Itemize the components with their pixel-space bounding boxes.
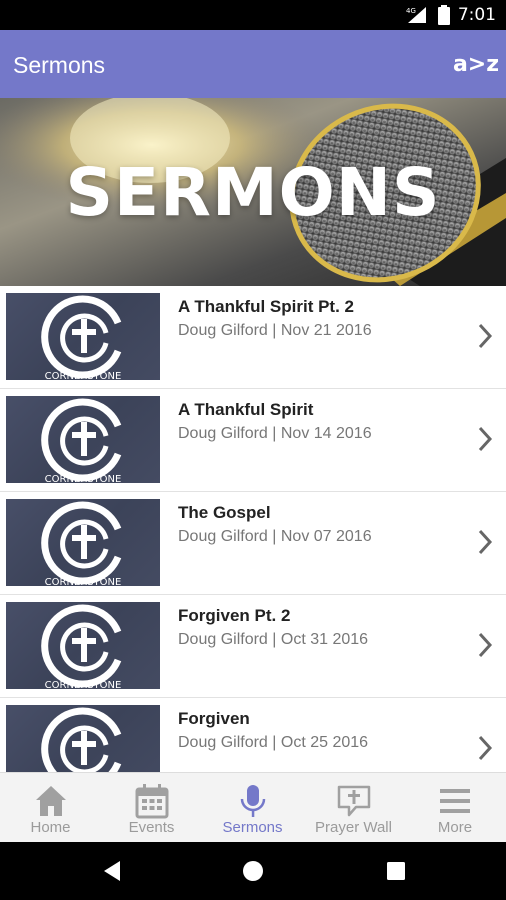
prayer-wall-icon bbox=[337, 785, 370, 817]
sermon-title: A Thankful Spirit bbox=[178, 400, 314, 419]
chevron-right-icon bbox=[478, 323, 493, 349]
nav-label: Events bbox=[128, 819, 175, 836]
svg-text:CORNERSTONE: CORNERSTONE bbox=[45, 577, 122, 586]
cornerstone-logo: CORNERSTONE bbox=[41, 707, 122, 772]
svg-text:CORNERSTONE: CORNERSTONE bbox=[45, 680, 122, 689]
status-time: 7:01 bbox=[457, 5, 496, 25]
chevron-right-icon bbox=[478, 426, 493, 452]
sermon-thumbnail: CORNERSTONE bbox=[6, 293, 160, 380]
nav-label: Home bbox=[30, 819, 71, 836]
nav-sermons[interactable]: Sermons bbox=[202, 773, 303, 843]
cornerstone-logo: CORNERSTONE bbox=[41, 501, 122, 586]
back-icon[interactable] bbox=[82, 842, 142, 900]
hero-title: SERMONS bbox=[65, 154, 441, 231]
hero-banner: SERMONS bbox=[0, 98, 506, 286]
nav-prayer-wall[interactable]: Prayer Wall bbox=[303, 773, 404, 843]
status-icons: 4G 7:01 bbox=[406, 4, 496, 26]
sermon-thumbnail: CORNERSTONE bbox=[6, 602, 160, 689]
svg-text:CORNERSTONE: CORNERSTONE bbox=[45, 371, 122, 380]
sermon-list[interactable]: CORNERSTONE A Thankful Spirit Pt. 2 Doug… bbox=[0, 286, 506, 772]
sermon-title: A Thankful Spirit Pt. 2 bbox=[178, 297, 354, 316]
recents-icon[interactable] bbox=[366, 842, 426, 900]
sermon-row[interactable]: CORNERSTONE A Thankful Spirit Doug Gilfo… bbox=[0, 389, 506, 492]
sermon-title: Forgiven Pt. 2 bbox=[178, 606, 291, 625]
sermon-meta: Doug Gilford | Oct 25 2016 bbox=[178, 734, 369, 751]
system-nav-bar bbox=[0, 842, 506, 900]
sermon-meta: Doug Gilford | Nov 14 2016 bbox=[178, 425, 372, 442]
nav-label: More bbox=[437, 819, 473, 836]
chevron-right-icon bbox=[478, 632, 493, 658]
cornerstone-logo: CORNERSTONE bbox=[41, 604, 122, 689]
signal-icon: 4G bbox=[406, 7, 426, 23]
sermon-row[interactable]: CORNERSTONE A Thankful Spirit Pt. 2 Doug… bbox=[0, 286, 506, 389]
nav-label: Prayer Wall bbox=[315, 819, 392, 836]
calendar-icon bbox=[135, 784, 168, 819]
sort-az-button[interactable]: a>z bbox=[453, 48, 499, 80]
home-circle-icon[interactable] bbox=[223, 842, 283, 900]
nav-home[interactable]: Home bbox=[0, 773, 101, 843]
nav-label: Sermons bbox=[222, 819, 283, 836]
status-bar: 4G 7:01 bbox=[0, 0, 506, 30]
home-icon bbox=[35, 786, 66, 816]
nav-events[interactable]: Events bbox=[101, 773, 202, 843]
sermon-title: Forgiven bbox=[178, 709, 250, 728]
sermon-row[interactable]: CORNERSTONE Forgiven Doug Gilford | Oct … bbox=[0, 698, 506, 772]
sermon-title: The Gospel bbox=[178, 503, 271, 522]
battery-icon bbox=[437, 5, 450, 25]
nav-more[interactable]: More bbox=[404, 773, 506, 843]
page-title: Sermons bbox=[13, 52, 106, 78]
sermon-meta: Doug Gilford | Nov 21 2016 bbox=[178, 322, 372, 339]
sermon-meta: Doug Gilford | Nov 07 2016 bbox=[178, 528, 372, 545]
svg-text:CORNERSTONE: CORNERSTONE bbox=[45, 474, 122, 483]
sermon-meta: Doug Gilford | Oct 31 2016 bbox=[178, 631, 369, 648]
sermon-thumbnail: CORNERSTONE bbox=[6, 396, 160, 483]
microphone-icon bbox=[240, 785, 265, 817]
chevron-right-icon bbox=[478, 529, 493, 555]
app-bar: Sermons a>z bbox=[0, 30, 506, 98]
sermon-thumbnail: CORNERSTONE bbox=[6, 705, 160, 772]
sermon-row[interactable]: CORNERSTONE The Gospel Doug Gilford | No… bbox=[0, 492, 506, 595]
bottom-nav: Home Events Sermons Prayer Wall More bbox=[0, 772, 506, 842]
sermon-row[interactable]: CORNERSTONE Forgiven Pt. 2 Doug Gilford … bbox=[0, 595, 506, 698]
network-type: 4G bbox=[406, 7, 416, 15]
chevron-right-icon bbox=[478, 735, 493, 761]
menu-icon bbox=[440, 789, 470, 813]
cornerstone-logo: CORNERSTONE bbox=[41, 295, 122, 380]
sermon-thumbnail: CORNERSTONE bbox=[6, 499, 160, 586]
cornerstone-logo: CORNERSTONE bbox=[41, 398, 122, 483]
